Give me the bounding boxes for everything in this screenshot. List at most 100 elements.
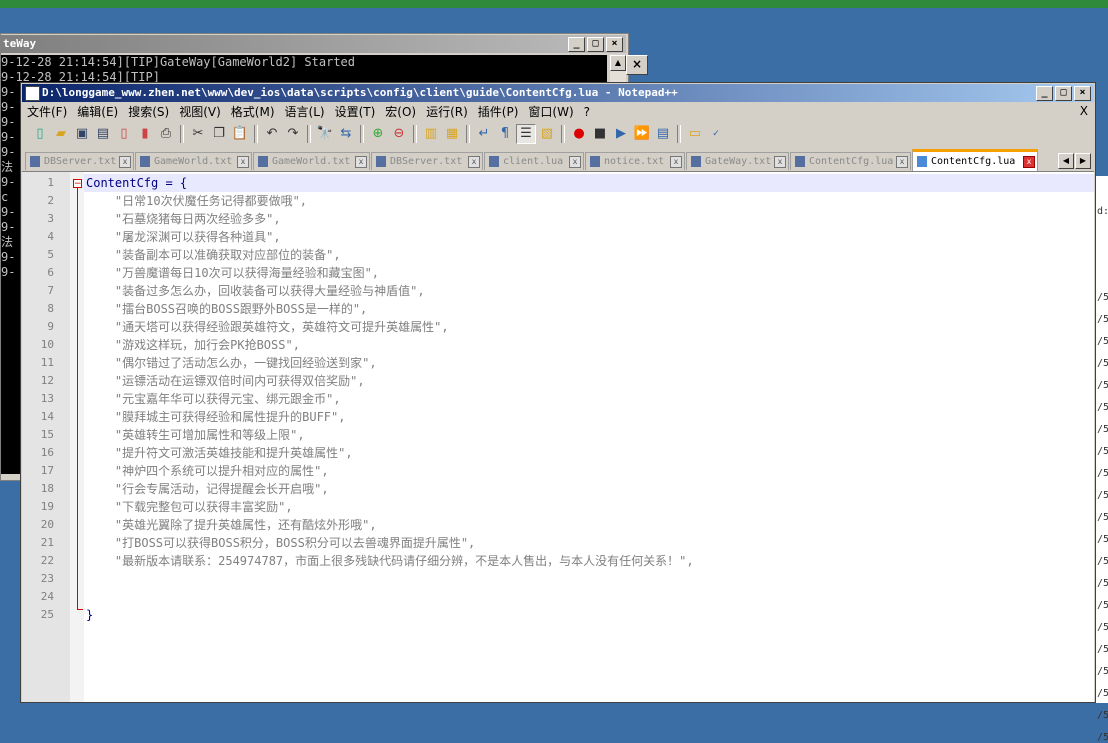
- close-button[interactable]: ×: [606, 37, 623, 52]
- menu-language[interactable]: 语言(L): [280, 103, 330, 120]
- stop-macro-icon[interactable]: ■: [590, 124, 610, 144]
- code-line: 19 "下载完整包可以获得丰富奖励",: [22, 498, 1094, 516]
- code-text: "行会专属活动，记得提醒会长开启哦",: [86, 482, 329, 496]
- run-macro-multiple-icon[interactable]: ⏩: [632, 124, 652, 144]
- close-all-icon[interactable]: ▮: [135, 124, 155, 144]
- word-wrap-icon[interactable]: ↵: [474, 124, 494, 144]
- close-button[interactable]: ×: [626, 55, 648, 75]
- code-text: "擂台BOSS召唤的BOSS跟野外BOSS是一样的",: [86, 302, 368, 316]
- close-document-button[interactable]: X: [1080, 104, 1088, 118]
- toolbar-separator: [413, 124, 417, 143]
- background-window-text: /5: [1097, 622, 1108, 633]
- tab-gameworld[interactable]: GameWorld.txt x: [135, 152, 252, 170]
- menu-macro[interactable]: 宏(O): [380, 103, 421, 120]
- menu-plugins[interactable]: 插件(P): [473, 103, 524, 120]
- background-window-text: /5: [1097, 600, 1108, 611]
- redo-icon[interactable]: ↷: [283, 124, 303, 144]
- spell-check-icon[interactable]: ✓: [706, 124, 726, 144]
- code-line: 22 "最新版本请联系：254974787，市面上很多残缺代码请仔细分辨，不是本…: [22, 552, 1094, 570]
- menu-edit[interactable]: 编辑(E): [72, 103, 123, 120]
- background-window-text: /5: [1097, 666, 1108, 677]
- save-all-icon[interactable]: ▤: [93, 124, 113, 144]
- show-all-characters-icon[interactable]: ¶: [495, 124, 515, 144]
- code-text: "运镖活动在运镖双倍时间内可获得双倍奖励",: [86, 374, 365, 388]
- save-macro-icon[interactable]: ▤: [653, 124, 673, 144]
- line-number: 24: [40, 590, 54, 603]
- open-file-icon[interactable]: ▰: [51, 124, 71, 144]
- tab-dbserver-2[interactable]: DBServer.txt x: [371, 152, 483, 170]
- line-number: 11: [40, 356, 54, 369]
- menu-file[interactable]: 文件(F): [22, 103, 72, 120]
- file-icon: [258, 156, 268, 167]
- code-line: 16 "提升符文可激活英雄技能和提升英雄属性",: [22, 444, 1094, 462]
- scroll-up-button[interactable]: ▲: [610, 55, 626, 71]
- code-text: "偶尔错过了活动怎么办，一键找回经验送到家",: [86, 356, 377, 370]
- new-file-icon[interactable]: ▯: [30, 124, 50, 144]
- menu-view[interactable]: 视图(V): [174, 103, 226, 120]
- code-line: 25}: [22, 606, 1094, 624]
- toolbar-separator: [561, 124, 565, 143]
- code-text: "最新版本请联系：254974787，市面上很多残缺代码请仔细分辨，不是本人售出…: [86, 554, 694, 568]
- undo-icon[interactable]: ↶: [262, 124, 282, 144]
- menu-run[interactable]: 运行(R): [421, 103, 473, 120]
- zoom-out-icon[interactable]: ⊖: [389, 124, 409, 144]
- background-window-text: /5: [1097, 556, 1108, 567]
- close-button[interactable]: ×: [1074, 86, 1091, 101]
- user-language-icon[interactable]: ▧: [537, 124, 557, 144]
- play-macro-icon[interactable]: ▶: [611, 124, 631, 144]
- tab-contentcfg-active[interactable]: ContentCfg.lua x: [912, 149, 1038, 171]
- tab-gameworld-2[interactable]: GameWorld.txt x: [253, 152, 370, 170]
- menu-settings[interactable]: 设置(T): [330, 103, 381, 120]
- maximize-button[interactable]: □: [587, 37, 604, 52]
- find-icon[interactable]: 🔭: [315, 124, 335, 144]
- menu-format[interactable]: 格式(M): [226, 103, 280, 120]
- tab-close-icon[interactable]: x: [237, 155, 249, 168]
- close-file-icon[interactable]: ▯: [114, 124, 134, 144]
- tab-close-icon[interactable]: x: [896, 155, 908, 168]
- sync-vertical-icon[interactable]: ▥: [421, 124, 441, 144]
- tab-close-icon[interactable]: x: [355, 155, 367, 168]
- file-icon: [795, 156, 805, 167]
- console-title-bar[interactable]: teWay _ □ ×: [1, 35, 626, 53]
- tab-close-icon[interactable]: x: [569, 155, 581, 168]
- maximize-button[interactable]: □: [1055, 86, 1072, 101]
- zoom-in-icon[interactable]: ⊕: [368, 124, 388, 144]
- tab-close-icon[interactable]: x: [670, 155, 682, 168]
- menu-window[interactable]: 窗口(W): [523, 103, 578, 120]
- tab-close-icon[interactable]: x: [119, 155, 131, 168]
- code-text: "英雄光翼除了提升英雄属性，还有酷炫外形哦",: [86, 518, 377, 532]
- tab-close-icon[interactable]: x: [468, 155, 480, 168]
- minimize-button[interactable]: _: [568, 37, 585, 52]
- code-line: 15 "英雄转生可增加属性和等级上限",: [22, 426, 1094, 444]
- indent-guide-icon[interactable]: ☰: [516, 123, 536, 144]
- notepad-window[interactable]: D:\longgame_www.zhen.net\www\dev_ios\dat…: [20, 82, 1096, 703]
- notepad-title-bar[interactable]: D:\longgame_www.zhen.net\www\dev_ios\dat…: [22, 84, 1094, 102]
- tab-scroll-right-icon[interactable]: ▶: [1075, 153, 1091, 169]
- menu-search[interactable]: 搜索(S): [123, 103, 174, 120]
- tab-scroll-left-icon[interactable]: ◀: [1058, 153, 1074, 169]
- sync-horizontal-icon[interactable]: ▦: [442, 124, 462, 144]
- print-icon[interactable]: ⎙: [156, 124, 176, 144]
- line-number: 25: [40, 608, 54, 621]
- line-number: 5: [47, 248, 54, 261]
- paste-icon[interactable]: 📋: [230, 124, 250, 144]
- copy-icon[interactable]: ❐: [209, 124, 229, 144]
- tab-close-icon[interactable]: x: [1023, 155, 1035, 168]
- replace-icon[interactable]: ⇆: [336, 124, 356, 144]
- file-icon: [30, 156, 40, 167]
- tab-notice[interactable]: notice.txt x: [585, 152, 685, 170]
- tab-dbserver[interactable]: DBServer.txt x: [25, 152, 134, 170]
- tab-gateway[interactable]: GateWay.txt x: [686, 152, 789, 170]
- minimize-button[interactable]: _: [1036, 86, 1053, 101]
- line-number: 13: [40, 392, 54, 405]
- tab-close-icon[interactable]: x: [774, 155, 786, 168]
- plugin-icon[interactable]: ▭: [685, 124, 705, 144]
- tab-contentcfg[interactable]: ContentCfg.lua x: [790, 152, 911, 170]
- code-text: "下载完整包可以获得丰富奖励",: [86, 500, 293, 514]
- tab-client[interactable]: client.lua x: [484, 152, 584, 170]
- record-macro-icon[interactable]: ●: [569, 124, 589, 144]
- save-icon[interactable]: ▣: [72, 124, 92, 144]
- code-editor[interactable]: − 1 ContentCfg = {2 "日常10次伏魔任务记得都要做哦", 3 "…: [22, 172, 1094, 702]
- cut-icon[interactable]: ✂: [188, 124, 208, 144]
- menu-help[interactable]: ?: [579, 105, 595, 119]
